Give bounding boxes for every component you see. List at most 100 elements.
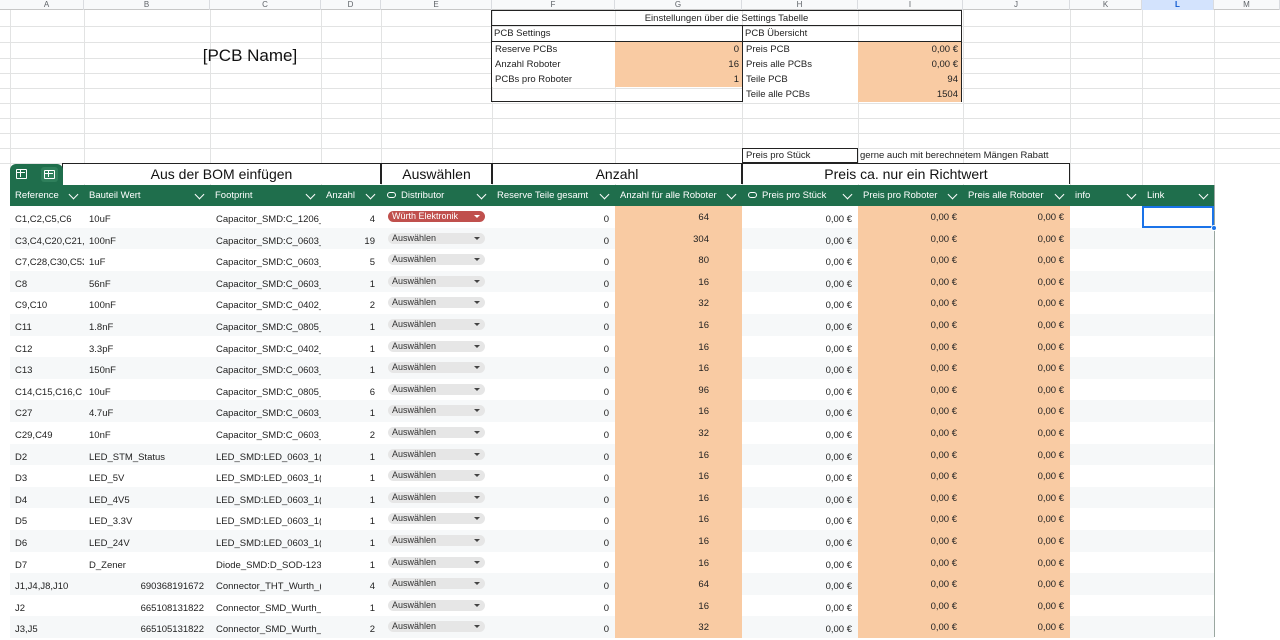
chevron-down-icon[interactable] xyxy=(947,189,958,200)
dropdown-arrow-icon[interactable] xyxy=(474,215,480,218)
distributor-dropdown[interactable]: Auswählen xyxy=(388,319,485,330)
distributor-cell[interactable]: Auswählen xyxy=(381,271,492,293)
cell-total-count[interactable]: 64 xyxy=(615,206,742,228)
cell-total-count[interactable]: 32 xyxy=(615,616,742,638)
table-settings-icon[interactable] xyxy=(41,167,58,182)
distributor-cell[interactable]: Auswählen xyxy=(381,249,492,271)
dropdown-arrow-icon[interactable] xyxy=(474,452,480,456)
chevron-down-icon[interactable] xyxy=(599,189,610,200)
cell-price-per-robot[interactable]: 0,00 € xyxy=(858,616,963,638)
cell-total-count[interactable]: 16 xyxy=(615,443,742,466)
distributor-dropdown[interactable]: Auswählen xyxy=(388,535,485,546)
cell-total-count[interactable]: 16 xyxy=(615,335,742,358)
distributor-cell[interactable]: Auswählen xyxy=(381,595,492,617)
cell-price-per-robot[interactable]: 0,00 € xyxy=(858,508,963,530)
distributor-dropdown[interactable]: Auswählen xyxy=(388,448,485,460)
cell-price-all-robots[interactable]: 0,00 € xyxy=(963,530,1070,552)
cell-price-all-robots[interactable]: 0,00 € xyxy=(963,378,1070,401)
distributor-dropdown[interactable]: Würth Elektronik xyxy=(388,211,485,222)
column-header-b[interactable]: B xyxy=(84,0,210,10)
dropdown-arrow-icon[interactable] xyxy=(474,301,480,305)
dropdown-arrow-icon[interactable] xyxy=(474,258,480,262)
column-header-c[interactable]: C xyxy=(210,0,321,10)
chevron-down-icon[interactable] xyxy=(68,189,79,200)
column-filter-header[interactable]: Preis pro Roboter xyxy=(858,185,963,206)
column-header-e[interactable]: E xyxy=(381,0,492,10)
cell-total-count[interactable]: 80 xyxy=(615,249,742,271)
chevron-down-icon[interactable] xyxy=(476,189,487,200)
cell-price-all-robots[interactable]: 0,00 € xyxy=(963,206,1070,228)
distributor-dropdown[interactable]: Auswählen xyxy=(388,405,485,417)
table-icon[interactable] xyxy=(16,169,27,179)
cell-total-count[interactable]: 32 xyxy=(615,292,742,314)
cell-price-all-robots[interactable]: 0,00 € xyxy=(963,314,1070,336)
cell-total-count[interactable]: 16 xyxy=(615,486,742,509)
cell-total-count[interactable]: 16 xyxy=(615,314,742,336)
cell-price-per-robot[interactable]: 0,00 € xyxy=(858,292,963,314)
dropdown-arrow-icon[interactable] xyxy=(474,409,480,413)
distributor-dropdown[interactable]: Auswählen xyxy=(388,254,485,266)
cell-total-count[interactable]: 16 xyxy=(615,400,742,422)
column-filter-header[interactable]: Anzahl für alle Roboter xyxy=(615,185,742,206)
chevron-down-icon[interactable] xyxy=(1126,189,1137,200)
cell-price-per-robot[interactable]: 0,00 € xyxy=(858,465,963,487)
column-filter-header[interactable]: Link xyxy=(1142,185,1214,206)
cell-price-per-robot[interactable]: 0,00 € xyxy=(858,551,963,574)
column-header-j[interactable]: J xyxy=(963,0,1070,10)
fill-handle[interactable] xyxy=(1211,225,1217,231)
distributor-dropdown[interactable]: Auswählen xyxy=(388,621,485,633)
cell-total-count[interactable]: 16 xyxy=(615,357,742,379)
cell-price-all-robots[interactable]: 0,00 € xyxy=(963,551,1070,574)
dropdown-arrow-icon[interactable] xyxy=(474,625,480,629)
dropdown-arrow-icon[interactable] xyxy=(474,323,480,326)
cell-price-all-robots[interactable]: 0,00 € xyxy=(963,335,1070,358)
column-header-h[interactable]: H xyxy=(742,0,858,10)
dropdown-arrow-icon[interactable] xyxy=(474,495,480,499)
distributor-dropdown[interactable]: Auswählen xyxy=(388,297,485,309)
distributor-cell[interactable]: Auswählen xyxy=(381,228,492,250)
distributor-cell[interactable]: Würth Elektronik xyxy=(381,206,492,228)
dropdown-arrow-icon[interactable] xyxy=(474,344,480,348)
cell-total-count[interactable]: 16 xyxy=(615,551,742,574)
cell-total-count[interactable]: 96 xyxy=(615,378,742,401)
cell-price-per-robot[interactable]: 0,00 € xyxy=(858,378,963,401)
chevron-down-icon[interactable] xyxy=(1198,189,1209,200)
chevron-down-icon[interactable] xyxy=(305,189,316,200)
cell-total-count[interactable]: 16 xyxy=(615,594,742,617)
column-filter-header[interactable]: Anzahl xyxy=(321,185,381,206)
distributor-cell[interactable]: Auswählen xyxy=(381,552,492,574)
distributor-cell[interactable]: Auswählen xyxy=(381,530,492,552)
cell-price-per-robot[interactable]: 0,00 € xyxy=(858,249,963,271)
cell-price-per-robot[interactable]: 0,00 € xyxy=(858,270,963,293)
dropdown-arrow-icon[interactable] xyxy=(474,387,480,391)
pcb-name[interactable]: [PCB Name] xyxy=(150,45,350,67)
distributor-cell[interactable]: Auswählen xyxy=(381,444,492,466)
column-filter-header[interactable]: Preis alle Roboter xyxy=(963,185,1070,206)
distributor-dropdown[interactable]: Auswählen xyxy=(388,340,485,352)
distributor-cell[interactable]: Auswählen xyxy=(381,616,492,638)
distributor-dropdown[interactable]: Auswählen xyxy=(388,578,485,590)
distributor-cell[interactable]: Auswählen xyxy=(381,422,492,444)
cell-price-all-robots[interactable]: 0,00 € xyxy=(963,616,1070,638)
cell-total-count[interactable]: 16 xyxy=(615,508,742,530)
column-header-i[interactable]: I xyxy=(858,0,963,10)
cell-price-per-robot[interactable]: 0,00 € xyxy=(858,400,963,422)
column-header-k[interactable]: K xyxy=(1070,0,1142,10)
column-header-a[interactable]: A xyxy=(10,0,84,10)
column-filter-header[interactable]: Bauteil Wert xyxy=(84,185,210,206)
distributor-dropdown[interactable]: Auswählen xyxy=(388,470,485,482)
cell-price-per-robot[interactable]: 0,00 € xyxy=(858,422,963,444)
settings-value[interactable]: 1 xyxy=(615,72,742,87)
dropdown-arrow-icon[interactable] xyxy=(474,517,480,521)
cell-price-all-robots[interactable]: 0,00 € xyxy=(963,573,1070,595)
cell-price-all-robots[interactable]: 0,00 € xyxy=(963,486,1070,509)
distributor-dropdown[interactable]: Auswählen xyxy=(388,362,485,374)
distributor-dropdown[interactable]: Auswählen xyxy=(388,556,485,568)
cell-price-per-robot[interactable]: 0,00 € xyxy=(858,443,963,466)
cell-price-all-robots[interactable]: 0,00 € xyxy=(963,357,1070,379)
cell-price-per-robot[interactable]: 0,00 € xyxy=(858,227,963,250)
distributor-dropdown[interactable]: Auswählen xyxy=(388,599,485,611)
distributor-dropdown[interactable]: Auswählen xyxy=(388,383,485,395)
cell-price-per-robot[interactable]: 0,00 € xyxy=(858,530,963,552)
dropdown-arrow-icon[interactable] xyxy=(474,603,480,607)
